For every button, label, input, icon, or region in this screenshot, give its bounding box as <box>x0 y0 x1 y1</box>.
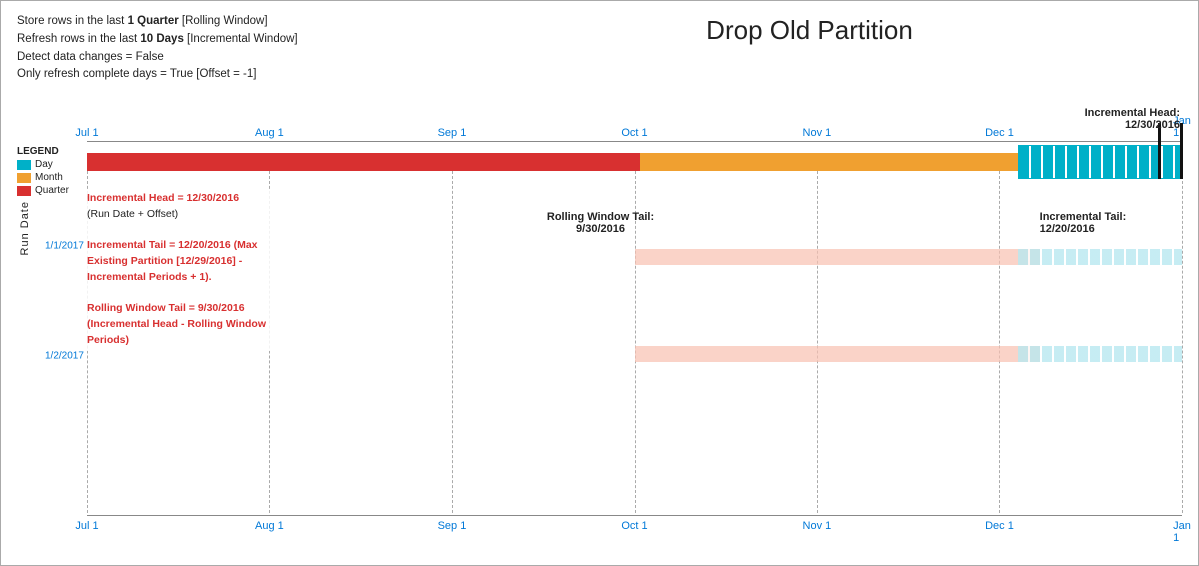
desc-tail: Incremental Tail = 12/20/2016 (MaxExisti… <box>87 238 302 285</box>
quarter-bar-row1 <box>87 153 640 171</box>
info-line2: Refresh rows in the last 10 Days [Increm… <box>17 31 298 49</box>
axis-label-aug: Aug 1 <box>255 127 284 139</box>
axis-bottom-jul: Jul 1 <box>75 520 98 532</box>
inc-head-right-bracket <box>1180 123 1183 179</box>
quarter-light-row3 <box>635 346 1040 362</box>
vline-nov <box>817 161 818 513</box>
axis-label-oct: Oct 1 <box>621 127 647 139</box>
vline-dec <box>999 161 1000 513</box>
axis-top: Jul 1 Aug 1 Sep 1 Oct 1 Nov 1 Dec 1 Jan … <box>87 121 1182 141</box>
desc-head: Incremental Head = 12/30/2016 (Run Date … <box>87 191 302 223</box>
axis-label-dec: Dec 1 <box>985 127 1014 139</box>
rows-area: Incremental Head = 12/30/2016 (Run Date … <box>87 141 1182 513</box>
axis-bottom-oct: Oct 1 <box>621 520 647 532</box>
page-title: Drop Old Partition <box>421 15 1198 46</box>
axis-label-sep: Sep 1 <box>438 127 467 139</box>
day-light-row3 <box>1018 346 1182 362</box>
info-line4: Only refresh complete days = True [Offse… <box>17 66 298 84</box>
chart-area: LEGEND Day Month Quarter Run Date 1/1/20… <box>17 121 1182 535</box>
incremental-head-annotation: Incremental Head: 12/30/2016 <box>1085 107 1180 131</box>
vline-jan <box>1182 161 1183 513</box>
axis-bottom-dec: Dec 1 <box>985 520 1014 532</box>
rolling-window-tail-annotation: Rolling Window Tail: 9/30/2016 <box>547 211 654 235</box>
row-label-area: Run Date 1/1/2017 1/2/2017 <box>17 141 87 535</box>
incremental-tail-annotation: Incremental Tail: 12/20/2016 <box>1040 211 1127 235</box>
desc-rolling: Rolling Window Tail = 9/30/2016(Incremen… <box>87 301 302 348</box>
axis-bottom-jan: Jan 1 <box>1173 520 1191 544</box>
main-container: Drop Old Partition Store rows in the las… <box>0 0 1199 566</box>
axis-bottom-nov: Nov 1 <box>803 520 832 532</box>
run-date-label: Run Date <box>19 201 31 255</box>
axis-label-jul: Jul 1 <box>75 127 98 139</box>
row-date-1: 1/1/2017 <box>45 241 84 252</box>
month-bar-row1 <box>640 153 1018 171</box>
info-block: Store rows in the last 1 Quarter [Rollin… <box>17 13 298 84</box>
axis-label-nov: Nov 1 <box>803 127 832 139</box>
info-line3: Detect data changes = False <box>17 49 298 67</box>
axis-bottom-sep: Sep 1 <box>438 520 467 532</box>
axis-bottom-aug: Aug 1 <box>255 520 284 532</box>
row-date-2: 1/2/2017 <box>45 351 84 362</box>
day-light-row2 <box>1018 249 1182 265</box>
desc-block: Incremental Head = 12/30/2016 (Run Date … <box>87 189 302 351</box>
axis-bottom: Jul 1 Aug 1 Sep 1 Oct 1 Nov 1 Dec 1 Jan … <box>87 515 1182 535</box>
quarter-light-row2 <box>635 249 1040 265</box>
inc-head-left-bracket <box>1158 123 1161 179</box>
info-line1: Store rows in the last 1 Quarter [Rollin… <box>17 13 298 31</box>
vline-sep <box>452 161 453 513</box>
